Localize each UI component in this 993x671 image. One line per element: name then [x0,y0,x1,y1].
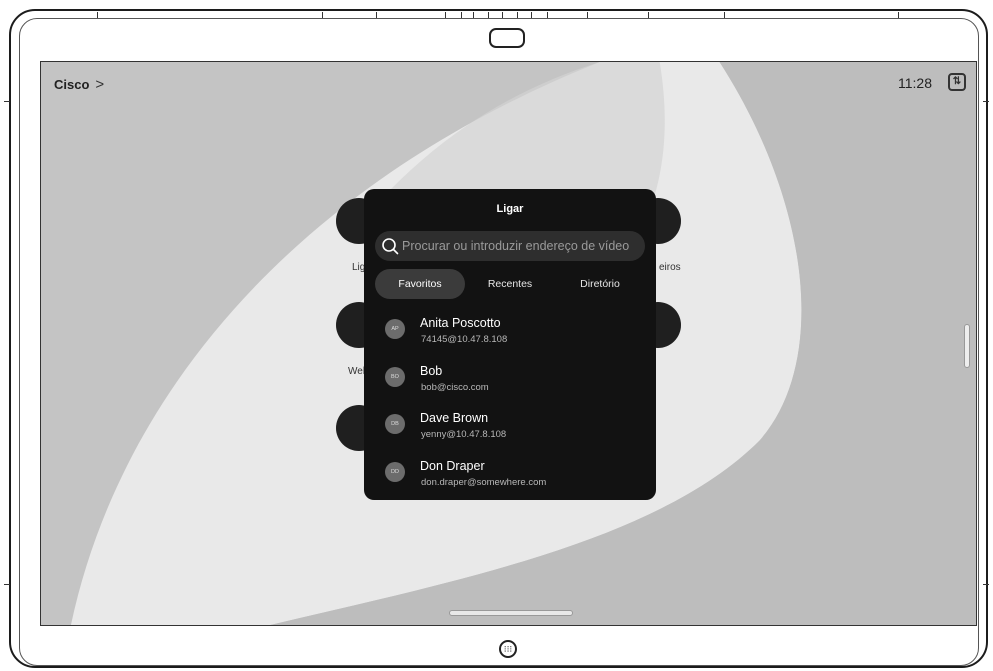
contact-address: bob@cisco.com [421,381,489,393]
frame-mark [502,12,503,18]
contact-name: Anita Poscotto [420,316,501,330]
avatar: DD [385,461,405,482]
frame-mark [531,12,532,18]
dialog-title: Ligar [496,203,524,215]
frame-mark [547,12,548,18]
frame-mark [898,12,899,18]
frame-mark [724,12,725,18]
webex-home-label: Wel [348,366,366,377]
frame-mark [473,12,474,18]
avatar: BO [385,366,405,387]
files-home-label: eiros [659,262,681,273]
search-icon [382,238,399,255]
contact-name: Don Draper [420,458,485,473]
frame-mark [445,12,446,18]
tab-directory[interactable]: Diretório [555,269,645,299]
frame-mark [983,584,989,585]
frame-mark [4,101,10,102]
frame-mark [322,12,323,18]
brand-menu[interactable]: Cisco > [54,76,104,93]
contact-address: don.draper@somewhere.com [421,476,547,488]
camera-icon [489,28,525,48]
touch-screen: Cisco > 11:28 ⇅ Lig eiros Wel Ligar Favo… [40,61,977,626]
frame-mark [983,101,989,102]
swap-icon[interactable]: ⇅ [948,73,966,91]
home-indicator[interactable] [449,610,573,616]
contact-list: AP Anita Poscotto 74145@10.47.8.108 BO B… [364,307,656,497]
frame-mark [488,12,489,18]
frame-mark [4,584,10,585]
call-dialog: Ligar Favoritos Recentes Diretório AP An… [364,189,656,500]
list-item[interactable]: BO Bob bob@cisco.com [364,355,656,403]
contact-name: Dave Brown [420,411,489,425]
frame-mark [648,12,649,18]
side-panel-handle[interactable] [964,324,970,368]
frame-mark [376,12,377,18]
avatar: DB [385,414,405,434]
contact-name: Bob [420,363,443,378]
tab-favorites[interactable]: Favoritos [375,269,465,299]
brand-label: Cisco [54,77,90,92]
contact-address: 74145@10.47.8.108 [421,334,508,345]
contact-address: yenny@10.47.8.108 [421,429,507,440]
tab-recents[interactable]: Recentes [465,269,555,299]
list-item[interactable]: AP Anita Poscotto 74145@10.47.8.108 [364,307,656,355]
frame-mark [587,12,588,18]
frame-mark [97,12,98,18]
chevron-right-icon: > [95,76,105,93]
avatar: AP [385,319,405,339]
frame-mark [461,12,462,18]
tab-bar: Favoritos Recentes Diretório [375,269,645,299]
clock: 11:28 [898,75,932,91]
home-hardware-button-icon[interactable]: ⁝⁝⁝ [499,640,517,658]
list-item[interactable]: DD Don Draper don.draper@somewhere.com [364,450,656,498]
list-item[interactable]: DB Dave Brown yenny@10.47.8.108 [364,402,656,450]
frame-mark [517,12,518,18]
search-bar[interactable] [375,231,645,261]
search-input[interactable] [402,239,645,253]
